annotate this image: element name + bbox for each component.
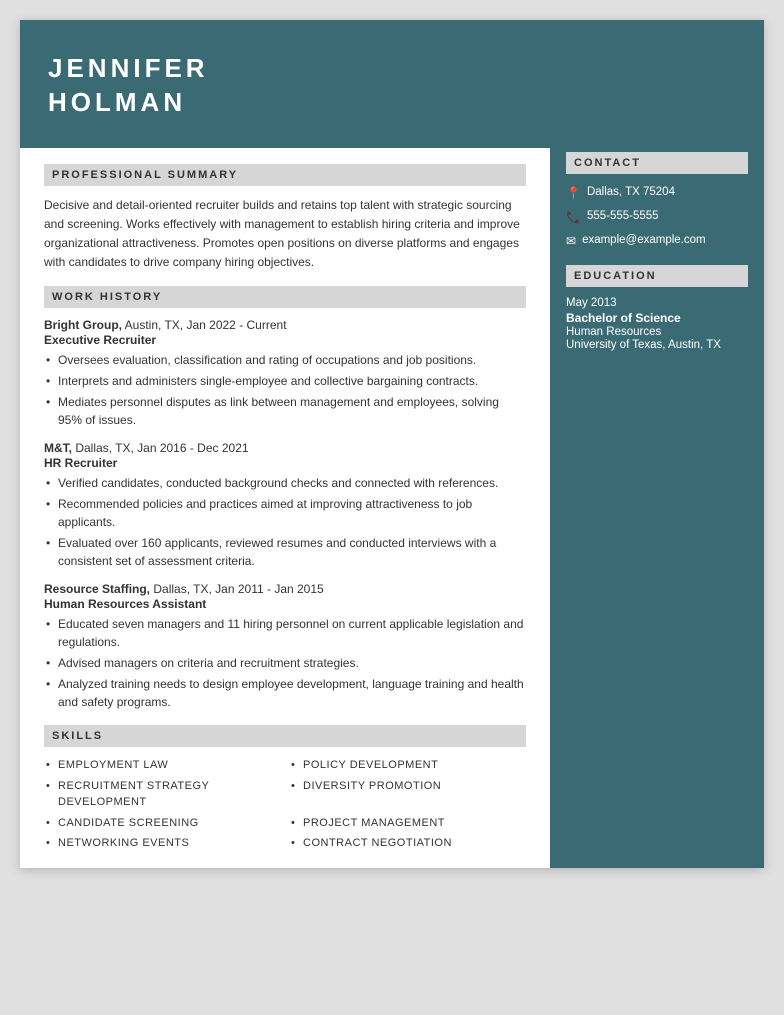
edu-school: University of Texas, Austin, TX [566,339,748,351]
last-name: HOLMAN [48,87,186,117]
work-bullets-2: Verified candidates, conducted backgroun… [44,474,526,570]
work-bullets-1: Oversees evaluation, classification and … [44,351,526,429]
skill-3: RECRUITMENT STRATEGY DEVELOPMENT [44,778,281,811]
company-name-1: Bright Group, [44,318,122,332]
edu-field: Human Resources [566,326,748,338]
contact-phone: 📞 555-555-5555 [566,208,748,226]
bullet-2-2: Recommended policies and practices aimed… [44,495,526,531]
company-detail-1: Austin, TX, Jan 2022 - Current [125,318,287,332]
right-body: CONTACT 📍 Dallas, TX 75204 📞 555-555-555… [550,136,764,868]
bullet-2-1: Verified candidates, conducted backgroun… [44,474,526,492]
work-entry-3: Resource Staffing, Dallas, TX, Jan 2011 … [44,582,526,711]
summary-text: Decisive and detail-oriented recruiter b… [44,196,526,273]
phone-icon: 📞 [566,209,581,226]
work-title-3: Human Resources Assistant [44,597,526,611]
email-icon: ✉ [566,233,576,250]
skill-1: EMPLOYMENT LAW [44,757,281,774]
first-name: JENNIFER [48,53,209,83]
contact-email-text: example@example.com [582,232,706,248]
work-entry-1: Bright Group, Austin, TX, Jan 2022 - Cur… [44,318,526,429]
bullet-1-3: Mediates personnel disputes as link betw… [44,393,526,429]
skill-6: PROJECT MANAGEMENT [289,815,526,832]
company-detail-2: Dallas, TX, Jan 2016 - Dec 2021 [75,441,248,455]
contact-email: ✉ example@example.com [566,232,748,250]
work-title-1: Executive Recruiter [44,333,526,347]
resume-document: JENNIFER HOLMAN PROFESSIONAL SUMMARY Dec… [20,20,764,868]
contact-section-title: CONTACT [566,152,748,174]
skill-5: CANDIDATE SCREENING [44,815,281,832]
right-header-spacer [550,20,764,136]
work-company-2: M&T, Dallas, TX, Jan 2016 - Dec 2021 [44,441,526,455]
contact-location-text: Dallas, TX 75204 [587,184,675,200]
bullet-2-3: Evaluated over 160 applicants, reviewed … [44,534,526,570]
location-icon: 📍 [566,185,581,202]
edu-degree: Bachelor of Science [566,311,748,325]
skill-7: NETWORKING EVENTS [44,835,281,852]
company-detail-3: Dallas, TX, Jan 2011 - Jan 2015 [153,582,323,596]
skills-grid: EMPLOYMENT LAW POLICY DEVELOPMENT RECRUI… [44,757,526,852]
candidate-name: JENNIFER HOLMAN [48,52,522,120]
skill-2: POLICY DEVELOPMENT [289,757,526,774]
bullet-1-1: Oversees evaluation, classification and … [44,351,526,369]
skill-4: DIVERSITY PROMOTION [289,778,526,811]
bullet-3-2: Advised managers on criteria and recruit… [44,654,526,672]
bullet-3-3: Analyzed training needs to design employ… [44,675,526,711]
work-bullets-3: Educated seven managers and 11 hiring pe… [44,615,526,711]
left-column: JENNIFER HOLMAN PROFESSIONAL SUMMARY Dec… [20,20,550,868]
skill-8: CONTRACT NEGOTIATION [289,835,526,852]
work-company-1: Bright Group, Austin, TX, Jan 2022 - Cur… [44,318,526,332]
education-section-title: EDUCATION [566,265,748,287]
skills-title: SKILLS [44,725,526,747]
edu-date: May 2013 [566,297,748,309]
work-company-3: Resource Staffing, Dallas, TX, Jan 2011 … [44,582,526,596]
work-title-2: HR Recruiter [44,456,526,470]
company-name-3: Resource Staffing, [44,582,150,596]
work-history-title: WORK HISTORY [44,286,526,308]
bullet-1-2: Interprets and administers single-employ… [44,372,526,390]
contact-phone-text: 555-555-5555 [587,208,659,224]
professional-summary-title: PROFESSIONAL SUMMARY [44,164,526,186]
contact-location: 📍 Dallas, TX 75204 [566,184,748,202]
bullet-3-1: Educated seven managers and 11 hiring pe… [44,615,526,651]
right-column: CONTACT 📍 Dallas, TX 75204 📞 555-555-555… [550,20,764,868]
work-entry-2: M&T, Dallas, TX, Jan 2016 - Dec 2021 HR … [44,441,526,570]
resume-header: JENNIFER HOLMAN [20,20,550,148]
company-name-2: M&T, [44,441,72,455]
left-body: PROFESSIONAL SUMMARY Decisive and detail… [20,148,550,868]
